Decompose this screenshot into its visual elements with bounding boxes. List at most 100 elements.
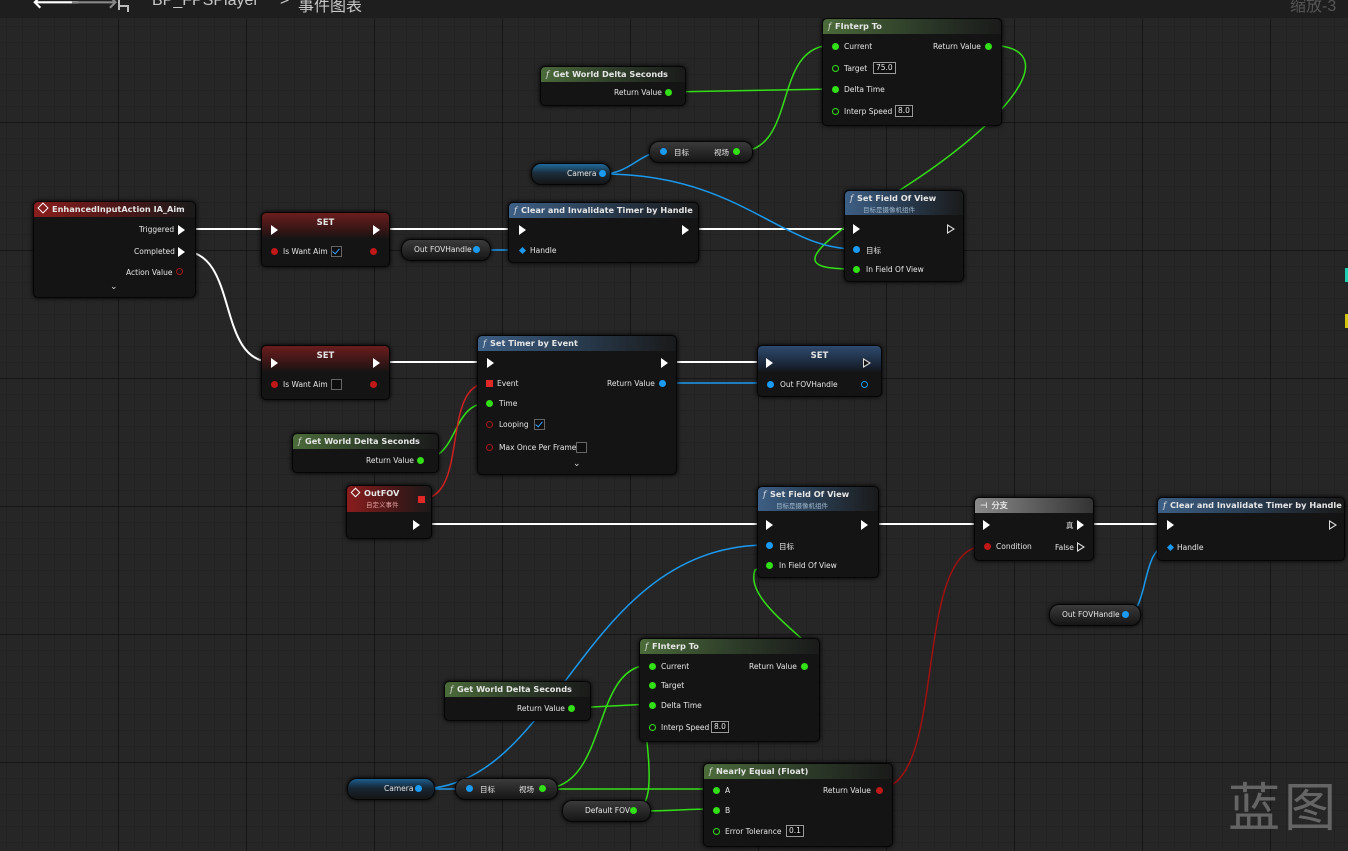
enhanced-input-action-node[interactable]: EnhancedInputAction IA_Aim Triggered Com…: [33, 201, 196, 298]
is-want-aim-pin[interactable]: [271, 248, 278, 255]
exec-in-pin[interactable]: [487, 358, 494, 368]
exec-out-pin[interactable]: [861, 520, 868, 530]
exec-in-pin[interactable]: [766, 358, 773, 368]
output-pin[interactable]: [861, 381, 868, 388]
action-value-pin[interactable]: [176, 268, 183, 275]
target-pin[interactable]: [649, 682, 656, 689]
camera-output-pin[interactable]: [599, 170, 606, 177]
clear-invalidate-timer-node[interactable]: f Clear and Invalidate Timer by Handle Ha…: [1157, 497, 1345, 561]
get-world-delta-seconds-node[interactable]: f Get World Delta Seconds Return Value: [540, 66, 686, 106]
get-field-of-view-node[interactable]: 目标 视场: [455, 778, 558, 800]
expand-chevron-icon[interactable]: ⌄: [110, 282, 118, 292]
exec-in-pin[interactable]: [271, 225, 278, 235]
max-once-checkbox[interactable]: [576, 442, 587, 453]
target-pin[interactable]: [853, 246, 860, 253]
exec-out-pin[interactable]: [682, 225, 689, 235]
in-fov-pin[interactable]: [766, 562, 773, 569]
is-want-aim-checkbox[interactable]: [331, 379, 342, 390]
exec-in-pin[interactable]: [519, 225, 526, 235]
return-value-pin[interactable]: [568, 705, 575, 712]
get-field-of-view-node[interactable]: 目标 视场: [649, 141, 753, 163]
target-pin[interactable]: [766, 542, 773, 549]
looping-pin[interactable]: [486, 421, 493, 428]
target-pin[interactable]: [832, 65, 839, 72]
set-timer-by-event-node[interactable]: f Set Timer by Event Event Return Value T…: [477, 335, 677, 475]
target-pin[interactable]: [660, 148, 667, 155]
finterp-to-node-bottom[interactable]: f FInterp To Current Return Value Target …: [639, 638, 820, 742]
current-pin[interactable]: [649, 663, 656, 670]
exec-in-pin[interactable]: [983, 520, 990, 530]
return-value-pin[interactable]: [659, 380, 666, 387]
interp-speed-field[interactable]: 8.0: [711, 721, 729, 733]
exec-out-pin[interactable]: [1329, 520, 1338, 530]
set-field-of-view-node[interactable]: f Set Field Of View 目标是摄像机组件 目标 In Field …: [757, 486, 879, 578]
target-value-field[interactable]: 75.0: [873, 62, 896, 74]
exec-in-pin[interactable]: [853, 224, 860, 234]
handle-pin[interactable]: [1166, 543, 1175, 552]
return-value-pin[interactable]: [417, 457, 424, 464]
exec-out-pin[interactable]: [863, 358, 872, 368]
looping-checkbox[interactable]: [534, 419, 545, 430]
output-pin[interactable]: [370, 248, 377, 255]
set-is-want-aim-node[interactable]: SET Is Want Aim: [261, 212, 390, 267]
exec-in-pin[interactable]: [766, 520, 773, 530]
finterp-to-node-top[interactable]: f FInterp To Current Return Value Target …: [822, 18, 1002, 126]
false-exec-pin[interactable]: [1077, 542, 1086, 552]
time-pin[interactable]: [486, 400, 493, 407]
get-world-delta-seconds-node[interactable]: f Get World Delta Seconds Return Value: [444, 681, 591, 721]
b-pin[interactable]: [713, 807, 720, 814]
event-delegate-pin[interactable]: [486, 380, 493, 387]
set-is-want-aim-node[interactable]: SET Is Want Aim: [261, 345, 390, 400]
exec-out-pin[interactable]: [413, 520, 420, 530]
max-once-pin[interactable]: [486, 444, 493, 451]
current-pin[interactable]: [832, 43, 839, 50]
camera-output-pin[interactable]: [415, 785, 422, 792]
exec-out-pin[interactable]: [947, 224, 956, 234]
fov-output-pin[interactable]: [539, 785, 546, 792]
return-value-pin[interactable]: [801, 663, 808, 670]
breadcrumb-graph[interactable]: 事件图表: [298, 0, 362, 16]
nearly-equal-float-node[interactable]: f Nearly Equal (Float) A Return Value B E…: [703, 763, 893, 847]
a-pin[interactable]: [713, 787, 720, 794]
default-fov-variable-node[interactable]: Default FOV: [562, 800, 651, 822]
out-fov-handle-variable-node[interactable]: Out FOVHandle: [401, 239, 491, 261]
exec-out-pin[interactable]: [661, 358, 668, 368]
forward-arrow-icon[interactable]: 🡒: [70, 0, 118, 13]
condition-pin[interactable]: [984, 543, 991, 550]
delegate-pin[interactable]: [418, 496, 425, 503]
delta-time-pin[interactable]: [649, 702, 656, 709]
branch-node[interactable]: ⊣ 分支 真 Condition False: [974, 497, 1094, 561]
expand-chevron-icon[interactable]: ⌄: [573, 459, 581, 469]
clear-invalidate-timer-node[interactable]: f Clear and Invalidate Timer by Handle Ha…: [508, 202, 699, 263]
is-want-aim-checkbox[interactable]: [331, 246, 342, 257]
error-tolerance-pin[interactable]: [713, 828, 720, 835]
default-fov-output-pin[interactable]: [630, 807, 637, 814]
exec-out-pin[interactable]: [373, 358, 380, 368]
triggered-exec-pin[interactable]: [178, 225, 185, 235]
interp-speed-pin[interactable]: [832, 108, 839, 115]
output-pin[interactable]: [370, 381, 377, 388]
out-fov-handle-pin[interactable]: [767, 381, 774, 388]
breadcrumb-asset[interactable]: BP_FPSPlayer: [152, 0, 259, 10]
handle-output-pin[interactable]: [473, 246, 480, 253]
interp-speed-field[interactable]: 8.0: [895, 105, 913, 117]
handle-output-pin[interactable]: [1122, 611, 1129, 618]
return-value-pin[interactable]: [985, 43, 992, 50]
exec-in-pin[interactable]: [271, 358, 278, 368]
target-pin[interactable]: [466, 785, 473, 792]
set-field-of-view-node[interactable]: f Set Field Of View 目标是摄像机组件 目标 In Field …: [844, 190, 964, 282]
in-fov-pin[interactable]: [853, 266, 860, 273]
handle-pin[interactable]: [518, 246, 527, 255]
exec-in-pin[interactable]: [1167, 520, 1174, 530]
delta-time-pin[interactable]: [832, 86, 839, 93]
exec-out-pin[interactable]: [373, 225, 380, 235]
get-world-delta-seconds-node[interactable]: f Get World Delta Seconds Return Value: [292, 433, 439, 473]
error-tolerance-field[interactable]: 0.1: [786, 825, 804, 837]
interp-speed-pin[interactable]: [649, 724, 656, 731]
return-value-pin[interactable]: [876, 787, 883, 794]
completed-exec-pin[interactable]: [178, 247, 185, 257]
outfov-custom-event-node[interactable]: OutFOV 自定义事件: [346, 485, 432, 539]
set-out-fov-handle-node[interactable]: SET Out FOVHandle: [757, 345, 882, 397]
camera-variable-node[interactable]: Camera: [531, 163, 611, 185]
camera-variable-node[interactable]: Camera: [347, 778, 435, 800]
